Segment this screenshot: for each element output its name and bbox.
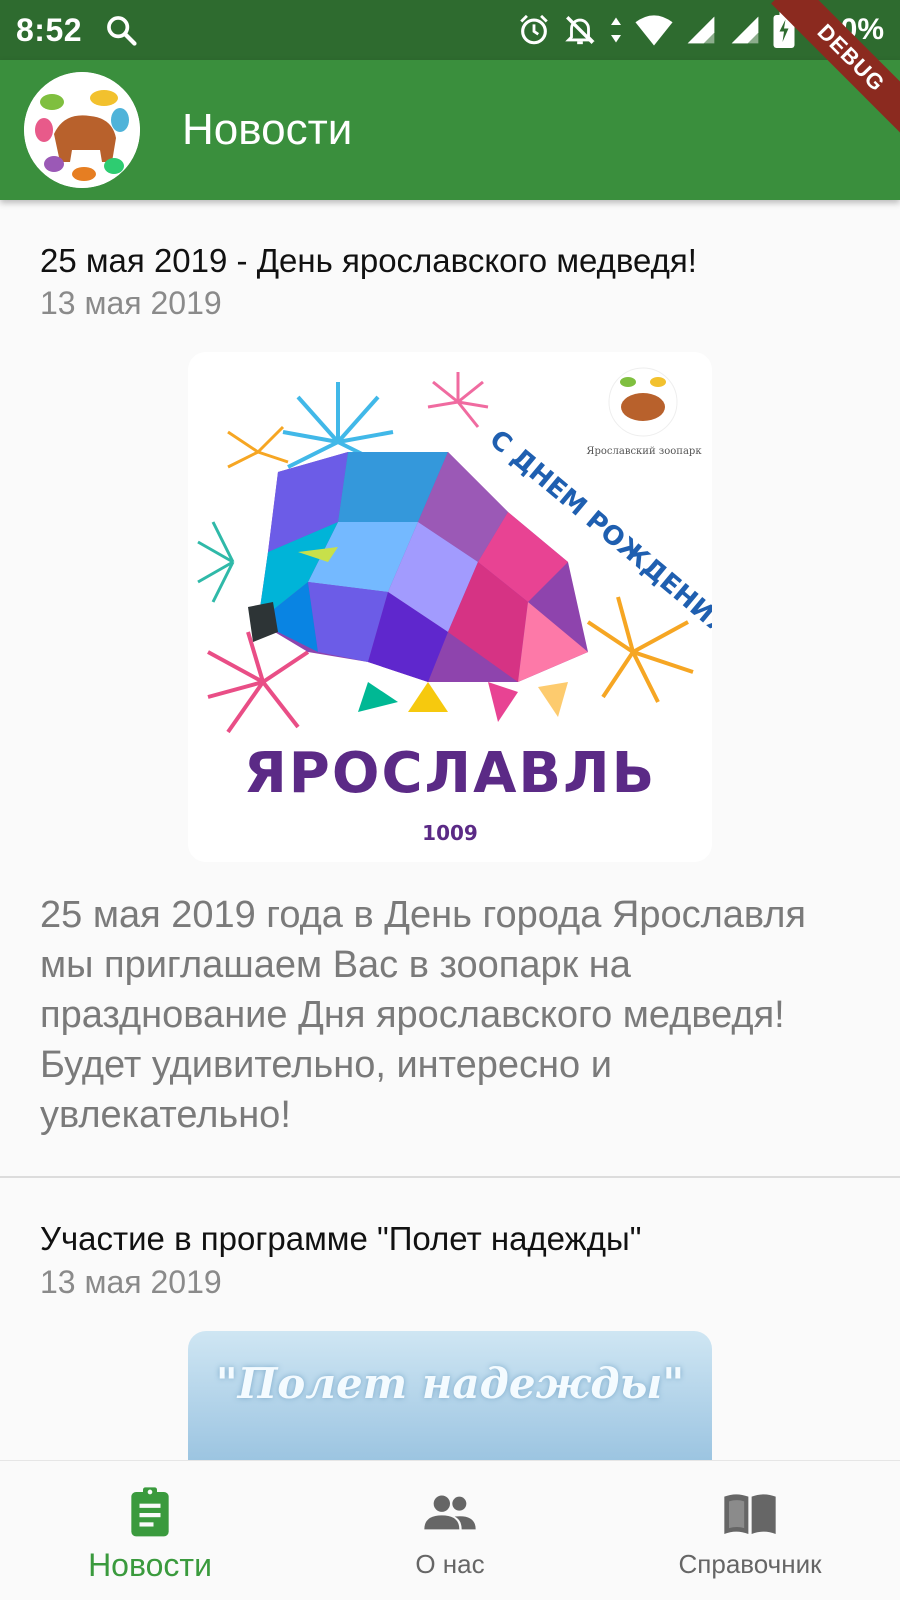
news-image-bear[interactable]: С ДНЕМ РОЖДЕНИЯ! Ярославский зоопарк ЯРО…	[188, 352, 712, 863]
search-icon	[107, 16, 137, 46]
news-title: Участие в программе "Полет надежды"	[40, 1220, 642, 1258]
data-arrows-icon	[611, 17, 622, 43]
nav-item-reference[interactable]: Справочник	[600, 1461, 900, 1600]
signal-icon	[687, 16, 715, 44]
zoo-logo[interactable]	[24, 72, 140, 188]
city-text: ЯРОСЛАВЛЬ	[244, 741, 657, 806]
bottom-navigation: Новости О нас Справочник	[0, 1460, 900, 1600]
news-date: 13 мая 2019	[40, 1263, 222, 1300]
image-caption: "Полет надежды"	[215, 1358, 685, 1408]
news-body: 25 мая 2019 года в День города Ярославля…	[40, 894, 806, 1137]
zoo-caption: Ярославский зоопарк	[586, 446, 702, 457]
screen: 8:52 Новости DEBUG 25 мая 2019 - День яр…	[0, 0, 900, 1600]
year-text: 1009	[422, 821, 478, 845]
news-title: 25 мая 2019 - День ярославского медведя!	[40, 242, 697, 279]
book-icon	[724, 1494, 776, 1534]
notifications-off-icon	[565, 16, 596, 45]
news-card[interactable]: 25 мая 2019 - День ярославского медведя!…	[0, 200, 900, 1176]
news-feed[interactable]: 25 мая 2019 - День ярославского медведя!…	[0, 200, 900, 1460]
page-title: Новости	[182, 105, 353, 154]
people-icon	[424, 1495, 476, 1530]
nav-item-news[interactable]: Новости	[0, 1461, 300, 1600]
nav-label-about: О нас	[415, 1549, 485, 1579]
news-date: 13 мая 2019	[40, 285, 222, 322]
status-time: 8:52	[16, 11, 83, 48]
status-bar: 8:52	[0, 0, 900, 60]
nav-label-news: Новости	[88, 1547, 212, 1583]
signal-icon	[731, 16, 759, 44]
alarm-icon	[520, 14, 549, 45]
news-card[interactable]: Участие в программе "Полет надежды" 13 м…	[0, 1178, 900, 1460]
news-image-flight[interactable]: "Полет надежды"	[188, 1330, 712, 1460]
clipboard-icon	[131, 1487, 169, 1537]
wifi-icon	[635, 15, 673, 46]
nav-label-reference: Справочник	[678, 1549, 822, 1579]
nav-item-about[interactable]: О нас	[300, 1461, 600, 1600]
app-bar: Новости	[0, 60, 900, 200]
